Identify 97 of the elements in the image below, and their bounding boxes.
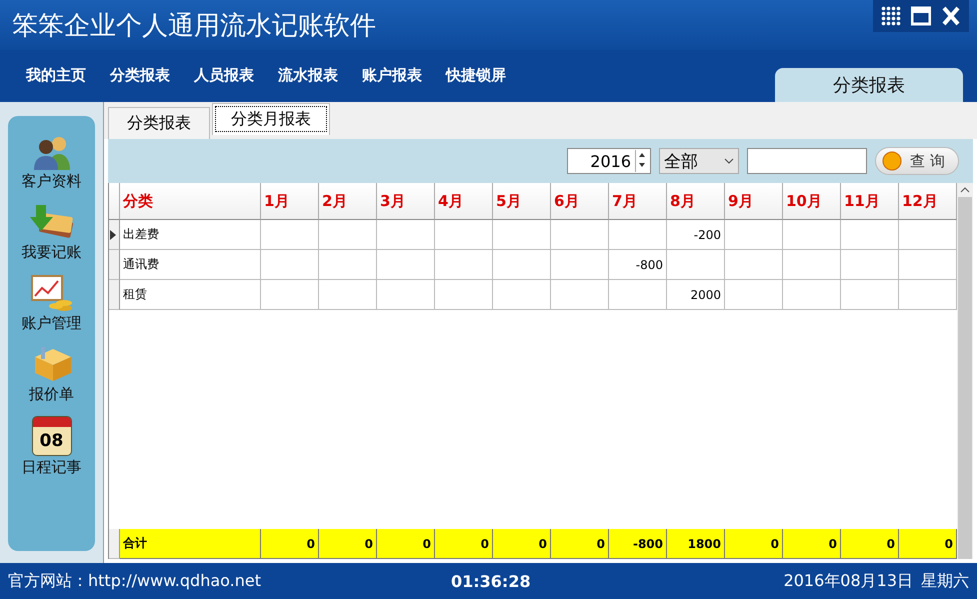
search-field[interactable]: [747, 148, 867, 174]
sidebar-item[interactable]: 报价单: [29, 385, 74, 404]
table-cell: [435, 220, 493, 250]
chart-coins-icon: [30, 274, 74, 312]
table-cell: [551, 220, 609, 250]
clock-text: 01:36:28: [451, 572, 531, 590]
total-cell: 0: [435, 529, 493, 559]
total-cell: 0: [725, 529, 783, 559]
total-cell: 1800: [667, 529, 725, 559]
table-cell: [261, 280, 319, 310]
sidebar-item[interactable]: 客户资料: [22, 172, 82, 191]
column-header: 1月: [261, 183, 319, 220]
column-header: 10月: [783, 183, 841, 220]
menu-item[interactable]: 分类报表: [98, 66, 182, 86]
total-cell: 0: [261, 529, 319, 559]
table-cell: [319, 250, 377, 280]
column-header: 分类: [120, 183, 261, 220]
maximize-icon[interactable]: [911, 6, 931, 26]
total-cell: 合计: [120, 529, 261, 559]
total-cell: 0: [899, 529, 957, 559]
table-cell: [841, 280, 899, 310]
menu-item[interactable]: 快捷锁屏: [434, 66, 518, 86]
total-cell: 0: [783, 529, 841, 559]
total-cell: 0: [493, 529, 551, 559]
table-cell: [551, 280, 609, 310]
search-dot-icon: [882, 151, 902, 171]
table-cell: [493, 250, 551, 280]
column-header: 6月: [551, 183, 609, 220]
tab[interactable]: 分类月报表: [212, 103, 330, 135]
table-cell: 2000: [667, 280, 725, 310]
table-cell: [377, 250, 435, 280]
column-header: 5月: [493, 183, 551, 220]
sidebar-item[interactable]: 账户管理: [22, 314, 82, 333]
table-cell: [493, 220, 551, 250]
menu-item[interactable]: 账户报表: [350, 66, 434, 86]
table-cell: [783, 280, 841, 310]
table-cell: [609, 280, 667, 310]
scrollbar-thumb[interactable]: [958, 197, 972, 559]
close-icon[interactable]: [941, 6, 961, 26]
query-button[interactable]: 查 询: [875, 147, 959, 175]
table-cell: [725, 250, 783, 280]
menu-item[interactable]: 我的主页: [14, 66, 98, 86]
table-cell: [609, 220, 667, 250]
table-cell: [783, 250, 841, 280]
table-cell: -800: [609, 250, 667, 280]
window-title: 笨笨企业个人通用流水记账软件: [12, 10, 376, 42]
grid-menu-icon[interactable]: [881, 6, 901, 26]
table-cell: [725, 280, 783, 310]
column-header: 9月: [725, 183, 783, 220]
table-cell: [783, 220, 841, 250]
table-cell: [319, 280, 377, 310]
column-header: 2月: [319, 183, 377, 220]
filter-dropdown[interactable]: 全部: [659, 148, 739, 174]
column-header: 8月: [667, 183, 725, 220]
calendar-icon: 08: [32, 416, 72, 456]
table-cell: [435, 250, 493, 280]
total-cell: 0: [551, 529, 609, 559]
column-header: 3月: [377, 183, 435, 220]
table-cell: 租赁: [120, 280, 261, 310]
table-cell: [319, 220, 377, 250]
table-cell: [493, 280, 551, 310]
table-cell: [261, 220, 319, 250]
table-cell: [841, 250, 899, 280]
people-icon: [32, 134, 72, 170]
table-cell: 通讯费: [120, 250, 261, 280]
total-cell: -800: [609, 529, 667, 559]
table-cell: [261, 250, 319, 280]
dropdown-caret-icon: [724, 158, 734, 164]
table-cell: 出差费: [120, 220, 261, 250]
date-text: 2016年08月13日: [784, 570, 913, 592]
corner-header: [109, 183, 120, 220]
table-cell: [667, 250, 725, 280]
table-cell: [841, 220, 899, 250]
table-cell: [435, 280, 493, 310]
column-header: 4月: [435, 183, 493, 220]
total-cell: 0: [319, 529, 377, 559]
cards-icon: [30, 203, 74, 241]
table-cell: -200: [667, 220, 725, 250]
sidebar-item[interactable]: 我要记账: [22, 243, 82, 262]
column-header: 7月: [609, 183, 667, 220]
weekday-text: 星期六: [921, 570, 969, 592]
table-cell: [377, 220, 435, 250]
total-cell: 0: [377, 529, 435, 559]
table-cell: [377, 280, 435, 310]
column-header: 12月: [899, 183, 957, 220]
table-cell: [551, 250, 609, 280]
column-header: 11月: [841, 183, 899, 220]
total-cell: 0: [841, 529, 899, 559]
tab[interactable]: 分类报表: [108, 107, 210, 139]
row-header[interactable]: [109, 220, 120, 250]
menu-item[interactable]: 人员报表: [182, 66, 266, 86]
menu-item[interactable]: 流水报表: [266, 66, 350, 86]
website-text: 官方网站：http://www.qdhao.net: [8, 570, 261, 592]
sidebar-item[interactable]: 日程记事: [22, 458, 82, 477]
table-cell: [725, 220, 783, 250]
current-row-icon: [109, 230, 117, 240]
year-spinner[interactable]: 2016: [567, 148, 651, 174]
